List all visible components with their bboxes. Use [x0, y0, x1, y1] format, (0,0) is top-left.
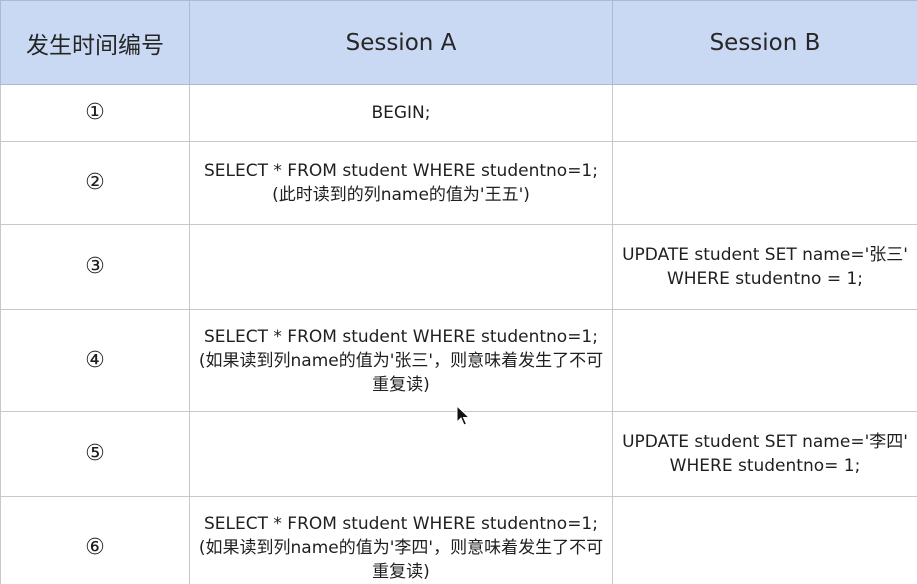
row-number: ③	[0, 224, 190, 310]
session-a-cell	[189, 411, 613, 497]
row-number: ⑥	[0, 496, 190, 584]
table-row: ② SELECT * FROM student WHERE studentno=…	[0, 141, 917, 225]
session-timeline-table: 发生时间编号 Session A Session B ① BEGIN; ② SE…	[0, 0, 917, 584]
session-b-sql: UPDATE student SET name='李四' WHERE stude…	[622, 432, 908, 476]
session-b-cell	[612, 84, 917, 142]
session-a-note: (如果读到列name的值为'张三'，则意味着发生了不可重复读)	[198, 350, 604, 395]
session-a-sql: BEGIN;	[371, 103, 431, 123]
session-a-sql: SELECT * FROM student WHERE studentno=1;	[204, 326, 598, 347]
table-row: ③ UPDATE student SET name='张三' WHERE stu…	[0, 224, 917, 310]
session-b-cell: UPDATE student SET name='李四' WHERE stude…	[612, 411, 917, 497]
session-a-sql: SELECT * FROM student WHERE studentno=1;	[204, 161, 598, 181]
session-a-sql: SELECT * FROM student WHERE studentno=1;	[204, 513, 598, 534]
table-row: ① BEGIN;	[0, 84, 917, 142]
session-a-cell: BEGIN;	[189, 84, 613, 142]
header-time-number: 发生时间编号	[0, 0, 190, 85]
session-a-cell: SELECT * FROM student WHERE studentno=1;…	[189, 496, 613, 584]
session-a-cell	[189, 224, 613, 310]
session-a-note: (此时读到的列name的值为'王五')	[272, 185, 530, 205]
table-row: ④ SELECT * FROM student WHERE studentno=…	[0, 309, 917, 412]
header-session-a: Session A	[189, 0, 613, 85]
session-a-cell: SELECT * FROM student WHERE studentno=1;…	[189, 141, 613, 225]
session-a-cell: SELECT * FROM student WHERE studentno=1;…	[189, 309, 613, 412]
session-a-note: (如果读到列name的值为'李四'，则意味着发生了不可重复读)	[198, 537, 604, 582]
row-number: ⑤	[0, 411, 190, 497]
session-b-cell	[612, 141, 917, 225]
isolation-table-container: 发生时间编号 Session A Session B ① BEGIN; ② SE…	[0, 0, 917, 584]
session-b-cell: UPDATE student SET name='张三' WHERE stude…	[612, 224, 917, 310]
session-b-cell	[612, 496, 917, 584]
session-b-sql: UPDATE student SET name='张三' WHERE stude…	[622, 245, 908, 289]
row-number: ④	[0, 309, 190, 412]
session-b-cell	[612, 309, 917, 412]
header-session-b: Session B	[612, 0, 917, 85]
table-row: ⑥ SELECT * FROM student WHERE studentno=…	[0, 496, 917, 584]
row-number: ①	[0, 84, 190, 142]
row-number: ②	[0, 141, 190, 225]
header-row: 发生时间编号 Session A Session B	[0, 0, 917, 85]
